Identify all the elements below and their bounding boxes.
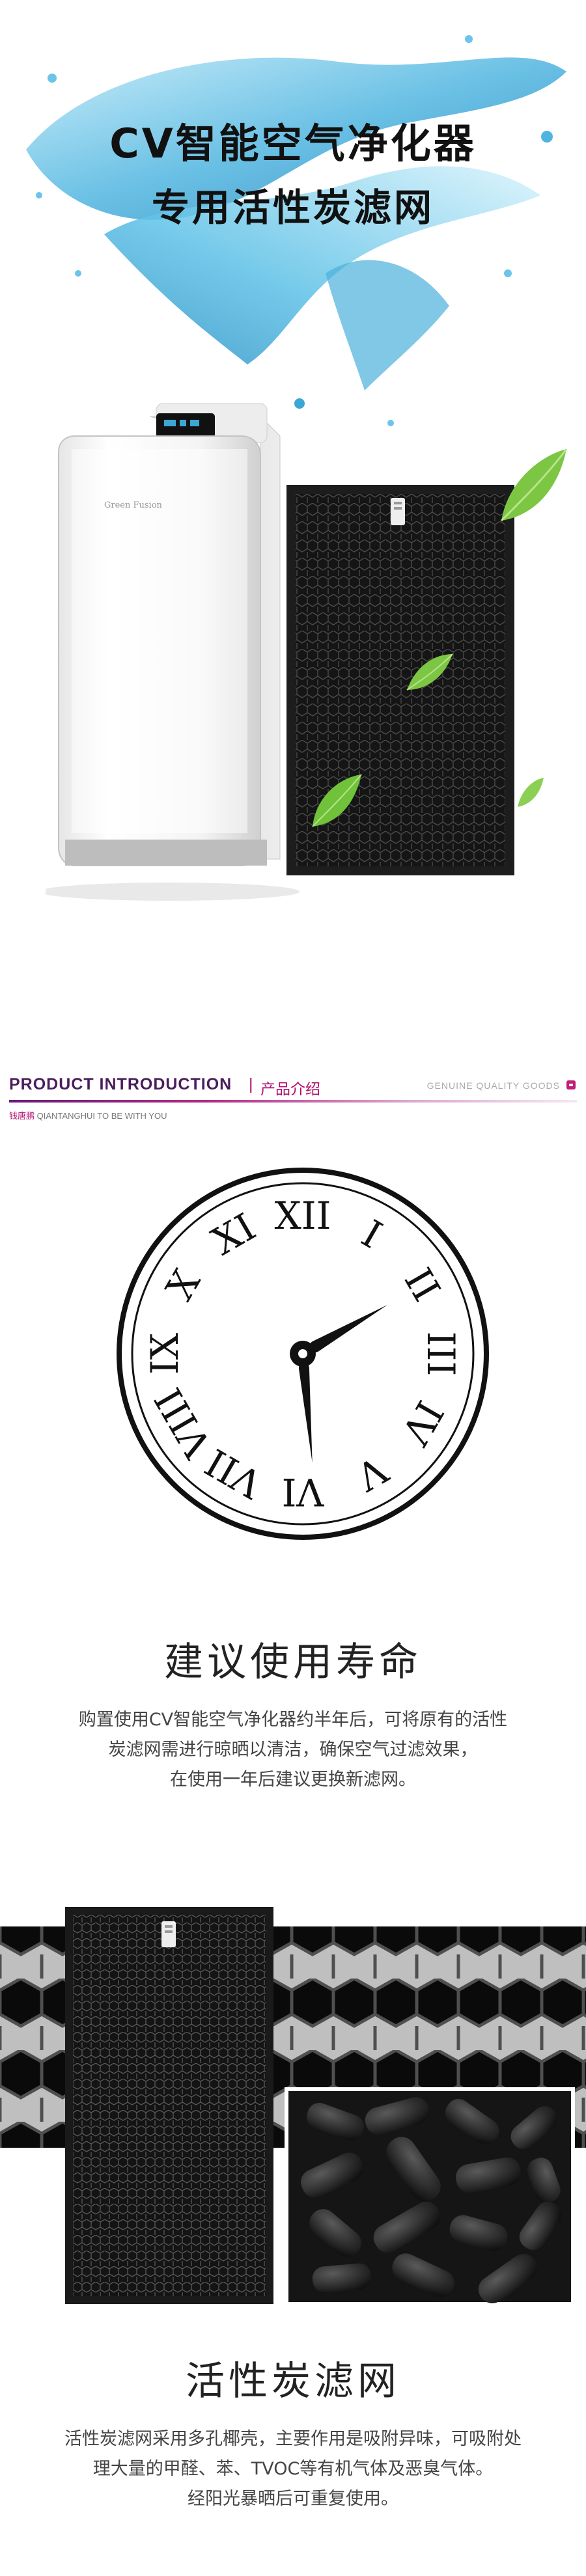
section-title-en: PRODUCT INTRODUCTION (9, 1075, 232, 1093)
leaf-graphic (312, 774, 362, 827)
clock-center-dot (298, 1349, 307, 1358)
brand-slogan: 钱唐鹏 QIANTANGHUI TO BE WITH YOU (9, 1109, 167, 1121)
clock-illustration: XII IIIIIIIVVVIVIIVIIIIXXXI (117, 1168, 489, 1540)
hero-title-line-1: CV智能空气净化器 (109, 120, 477, 167)
device-brand-text: Green Fusion (104, 500, 163, 510)
life-body-line: 炭滤网需进行晾晒以清洁，确保空气过滤效果， (108, 1740, 478, 1760)
clock-numeral: IX (143, 1332, 187, 1375)
leaf-graphic (500, 448, 568, 522)
slogan-text: QIANTANGHUI TO BE WITH YOU (36, 1111, 167, 1121)
life-section-body: 购置使用CV智能空气净化器约半年后，可将原有的活性 炭滤网需进行晾晒以清洁，确保… (0, 1705, 586, 1795)
clock-numeral: VI (282, 1470, 325, 1514)
life-section-title: 建议使用寿命 (164, 1639, 422, 1685)
life-body-line: 购置使用CV智能空气净化器约半年后，可将原有的活性 (78, 1710, 508, 1730)
carbon-body-line: 经阳光暴晒后可重复使用。 (188, 2489, 398, 2509)
carbon-section-body: 活性炭滤网采用多孔椰壳，主要作用是吸附异味，可吸附处 理大量的甲醛、苯、TVOC… (0, 2424, 586, 2514)
hero-title-line-2: 专用活性炭滤网 (151, 185, 434, 230)
genuine-quality-label: GENUINE QUALITY GOODS (426, 1080, 560, 1091)
section-header: PRODUCT INTRODUCTION | 产品介绍 GENUINE QUAL… (0, 1067, 586, 1126)
carbon-body-line: 理大量的甲醛、苯、TVOC等有机气体及恶臭气体。 (92, 2459, 494, 2479)
carbon-section-title: 活性炭滤网 (186, 2359, 400, 2404)
clock-numeral: III (419, 1332, 463, 1377)
section-title-separator: | (249, 1075, 253, 1093)
leaf-graphic (518, 778, 544, 807)
carbon-filter-showcase (0, 1907, 586, 2306)
leaf-graphic (406, 653, 453, 691)
air-purifier-device: Green Fusion (46, 403, 300, 901)
section-divider (9, 1100, 577, 1103)
brand-name: 钱唐鹏 (9, 1111, 35, 1121)
carbon-body-line: 活性炭滤网采用多孔椰壳，主要作用是吸附异味，可吸附处 (64, 2429, 522, 2449)
hero-banner: CV智能空气净化器 专用活性炭滤网 Green Fusion (0, 0, 586, 976)
clock-numeral: XII (274, 1194, 331, 1238)
badge-icon (566, 1080, 576, 1089)
section-title-cn: 产品介绍 (260, 1081, 320, 1098)
life-body-line: 在使用一年后建议更换新滤网。 (170, 1770, 416, 1790)
